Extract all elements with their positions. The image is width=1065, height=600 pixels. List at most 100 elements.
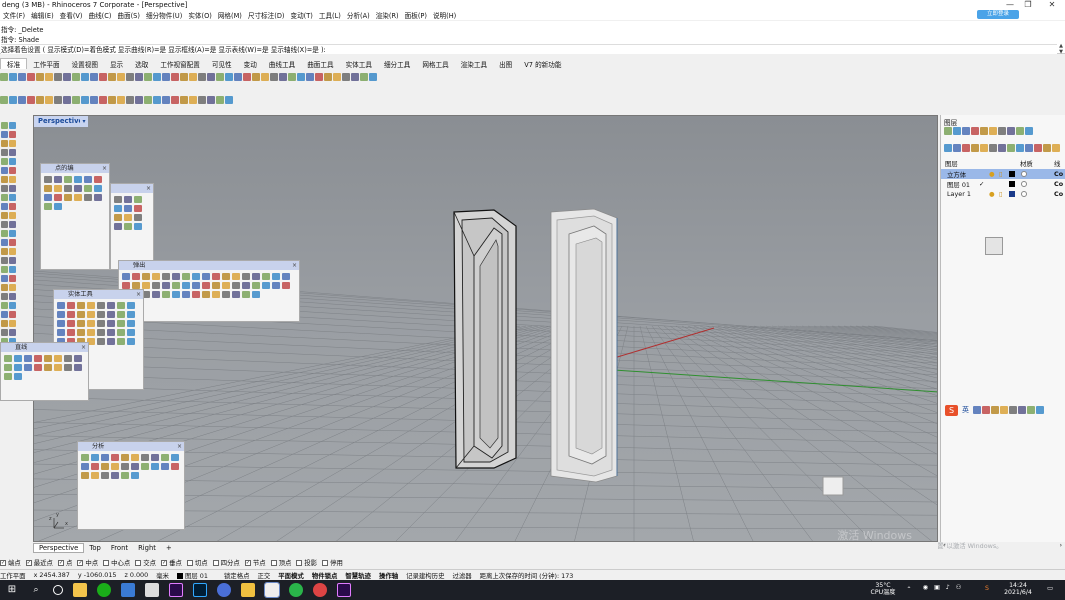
tool-button-icon[interactable] [81, 463, 89, 470]
menu-render[interactable]: 渲染(R) [373, 10, 402, 20]
osnap-option[interactable]: ✓ 中点 [77, 558, 98, 567]
tool-button-icon[interactable] [9, 221, 16, 228]
osnap-option[interactable]: 顶点 [270, 558, 291, 567]
tool-button-icon[interactable] [117, 302, 125, 309]
tool-button-icon[interactable] [131, 472, 139, 479]
sogou-logo-icon[interactable]: S [945, 404, 958, 416]
layer-color-swatch[interactable] [1009, 181, 1015, 187]
osnap-checkbox[interactable] [186, 559, 193, 566]
tool-button-icon[interactable] [94, 194, 102, 201]
tool-button-icon[interactable] [4, 364, 12, 371]
view-tab-top[interactable]: Top [84, 544, 105, 552]
tool-button-icon[interactable] [124, 214, 132, 221]
col-material[interactable]: 材质 [1020, 159, 1033, 168]
toolbar-button-icon[interactable] [207, 95, 215, 104]
menu-help[interactable]: 说明(H) [430, 10, 459, 20]
toolbar-button-icon[interactable] [144, 95, 152, 104]
tool-button-icon[interactable] [67, 320, 75, 327]
tool-button-icon[interactable] [232, 291, 240, 298]
layer-tool-icon[interactable] [953, 144, 961, 152]
tool-button-icon[interactable] [34, 364, 42, 371]
tab-select[interactable]: 选取 [129, 59, 154, 69]
tool-button-icon[interactable] [1, 203, 8, 210]
tool-button-icon[interactable] [127, 329, 135, 336]
tool-button-icon[interactable] [172, 273, 180, 280]
toolbar-button-icon[interactable] [270, 72, 278, 81]
osnap-option[interactable]: ✓ 垂点 [161, 558, 182, 567]
viewport-menu-arrow[interactable]: ▾ [80, 116, 88, 127]
tool-button-icon[interactable] [151, 454, 159, 461]
tool-button-icon[interactable] [87, 329, 95, 336]
osnap-option[interactable]: ✓ 端点 [0, 558, 21, 567]
tool-button-icon[interactable] [107, 338, 115, 345]
menu-analyze[interactable]: 分析(A) [344, 10, 373, 20]
tab-subd-tools[interactable]: 细分工具 [378, 59, 416, 69]
toolbar-button-icon[interactable] [36, 72, 44, 81]
tool-button-icon[interactable] [57, 302, 65, 309]
toolbar-button-icon[interactable] [234, 72, 242, 81]
tool-button-icon[interactable] [132, 273, 140, 280]
layer-row[interactable]: 图层 01 ✓ Co [941, 179, 1065, 189]
lock-icon[interactable]: ▯ [999, 170, 1003, 178]
tab-curve-tools[interactable]: 曲线工具 [263, 59, 301, 69]
osnap-option[interactable]: 四分点 [212, 558, 240, 567]
tool-button-icon[interactable] [252, 273, 260, 280]
current-layer-check-icon[interactable]: ✓ [979, 180, 984, 188]
scroll-right-icon[interactable]: › [1060, 542, 1062, 549]
tool-button-icon[interactable] [114, 205, 122, 212]
layer-tool-icon[interactable] [998, 144, 1006, 152]
toolbar-button-icon[interactable] [54, 95, 62, 104]
tool-button-icon[interactable] [9, 122, 16, 129]
tool-button-icon[interactable] [97, 320, 105, 327]
toolbar-button-icon[interactable] [0, 72, 8, 81]
toolbar-button-icon[interactable] [99, 72, 107, 81]
tool-button-icon[interactable] [57, 320, 65, 327]
view-tab-right[interactable]: Right [133, 544, 161, 552]
layer-color-swatch[interactable] [1009, 171, 1015, 177]
tool-button-icon[interactable] [9, 176, 16, 183]
status-toggle-gumball[interactable]: 操作轴 [379, 571, 398, 580]
osnap-option[interactable]: 切点 [186, 558, 208, 567]
toolbar-button-icon[interactable] [108, 72, 116, 81]
status-cplane[interactable]: 工作平面 [0, 571, 26, 580]
ime-tool-icon[interactable] [1036, 406, 1044, 414]
tool-button-icon[interactable] [202, 291, 210, 298]
tab-surface-tools[interactable]: 曲面工具 [301, 59, 339, 69]
tab-drafting[interactable]: 出图 [493, 59, 518, 69]
premiere-icon[interactable] [169, 583, 183, 597]
toolbar-button-icon[interactable] [189, 95, 197, 104]
premiere-icon-2[interactable] [337, 583, 351, 597]
tool-button-icon[interactable] [121, 472, 129, 479]
status-filter[interactable]: 过滤器 [452, 571, 471, 580]
tool-button-icon[interactable] [222, 282, 230, 289]
tool-button-icon[interactable] [202, 273, 210, 280]
tool-button-icon[interactable] [34, 355, 42, 362]
chat-icon[interactable] [289, 583, 303, 597]
layer-tool-icon[interactable] [1025, 144, 1033, 152]
tool-button-icon[interactable] [1, 212, 8, 219]
tool-button-icon[interactable] [4, 373, 12, 380]
toolbar-button-icon[interactable] [72, 95, 80, 104]
toolbar-button-icon[interactable] [144, 72, 152, 81]
login-button[interactable]: 立即登录 [977, 10, 1019, 19]
panel-tab-icon[interactable] [944, 127, 952, 135]
taskbar-clock[interactable]: 14:24 2021/6/4 [998, 582, 1038, 596]
linetype-value[interactable]: Co [1054, 170, 1063, 178]
tab-mesh-tools[interactable]: 网格工具 [416, 59, 454, 69]
tool-button-icon[interactable] [272, 273, 280, 280]
toolbar-button-icon[interactable] [180, 72, 188, 81]
tool-button-icon[interactable] [111, 454, 119, 461]
toolbar-button-icon[interactable] [63, 72, 71, 81]
toolbar-button-icon[interactable] [360, 72, 368, 81]
tab-transform[interactable]: 变动 [238, 59, 263, 69]
tab-viewport-layout[interactable]: 工作视窗配置 [154, 59, 206, 69]
tool-button-icon[interactable] [1, 257, 8, 264]
tool-button-icon[interactable] [1, 239, 8, 246]
osnap-checkbox[interactable]: ✓ [0, 559, 6, 566]
panel-tab-icon[interactable] [971, 127, 979, 135]
tool-button-icon[interactable] [222, 273, 230, 280]
tool-button-icon[interactable] [1, 248, 8, 255]
tool-button-icon[interactable] [9, 275, 16, 282]
view-tab-front[interactable]: Front [106, 544, 133, 552]
tool-button-icon[interactable] [64, 364, 72, 371]
